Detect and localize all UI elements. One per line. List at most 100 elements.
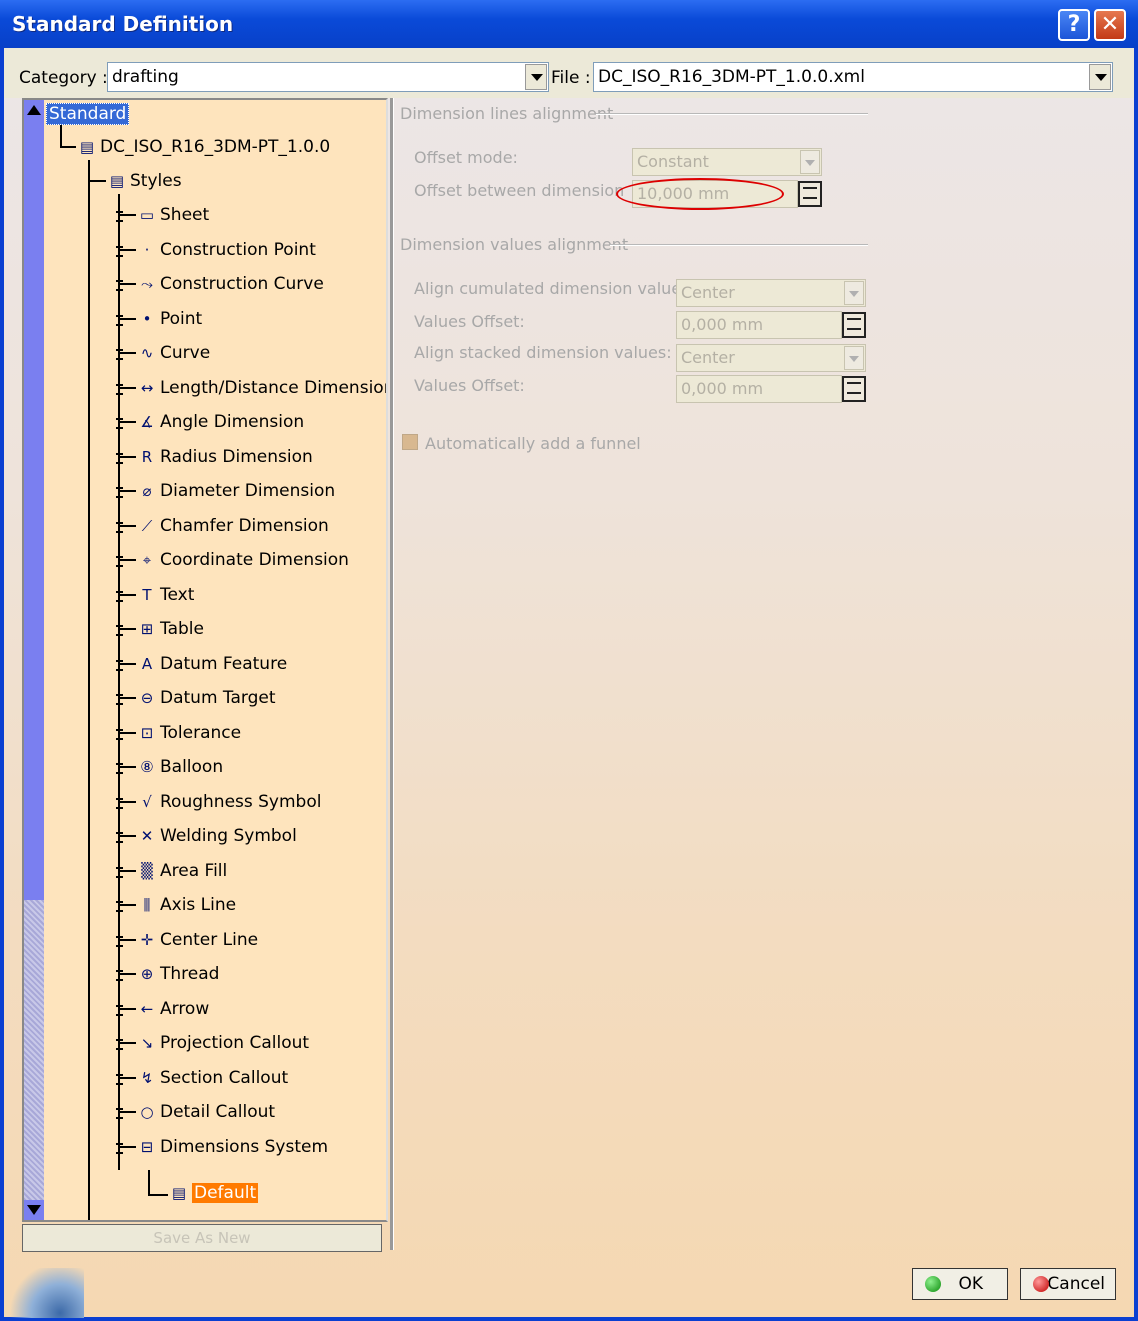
red-dot-icon (1033, 1276, 1049, 1292)
expand-plus-icon[interactable] (116, 694, 123, 705)
tree-node-area-fill[interactable]: ▒ Area Fill (136, 858, 227, 884)
tree-node-curve[interactable]: ∿ Curve (136, 340, 210, 366)
chevron-down-icon[interactable] (844, 346, 864, 370)
expand-plus-icon[interactable] (116, 1108, 123, 1119)
tree-node-tolerance[interactable]: ⊡ Tolerance (136, 720, 241, 746)
expand-plus-icon[interactable] (116, 349, 123, 360)
green-dot-icon (925, 1276, 941, 1292)
expand-plus-icon[interactable] (116, 383, 123, 395)
expand-plus-icon[interactable] (116, 1004, 123, 1016)
funnel-checkbox[interactable] (402, 434, 418, 450)
tree-node-construction-curve[interactable]: ⤳ Construction Curve (136, 271, 324, 297)
tree-node-construction-point[interactable]: · Construction Point (136, 237, 316, 263)
expand-plus-icon[interactable] (116, 452, 123, 464)
pane-splitter[interactable] (390, 98, 394, 1250)
expand-plus-icon[interactable] (116, 1039, 123, 1050)
file-select[interactable]: DC_ISO_R16_3DM-PT_1.0.0.xml (593, 62, 1113, 92)
tree-node-datum-target[interactable]: ⊖ Datum Target (136, 685, 276, 711)
help-button[interactable]: ? (1058, 9, 1090, 41)
scroll-up-icon[interactable] (24, 100, 44, 120)
offset-mode-select[interactable]: Constant (632, 148, 822, 176)
tree-node-welding-symbol[interactable]: ✕ Welding Symbol (136, 823, 297, 849)
expand-plus-icon[interactable] (116, 280, 123, 291)
expand-plus-icon[interactable] (116, 556, 123, 567)
scroll-thumb[interactable] (24, 120, 44, 900)
expand-plus-icon[interactable] (116, 418, 123, 429)
expand-plus-icon[interactable] (116, 245, 123, 257)
tree-node-standard[interactable]: Standard (46, 101, 130, 127)
align-stacked-select[interactable]: Center (676, 344, 866, 372)
tree-node-label: Text (160, 584, 195, 605)
spinner-icon[interactable] (842, 312, 866, 338)
expand-plus-icon[interactable] (116, 763, 123, 774)
tree-node-radius-dimension[interactable]: R Radius Dimension (136, 444, 313, 470)
cancel-button[interactable]: Cancel (1020, 1268, 1116, 1300)
expand-plus-icon[interactable] (116, 314, 123, 326)
tree-node-thread[interactable]: ⊕ Thread (136, 961, 220, 987)
tree-node-point[interactable]: • Point (136, 306, 203, 332)
chevron-down-icon[interactable] (844, 281, 864, 305)
spinner-icon[interactable] (842, 376, 866, 402)
expand-plus-icon[interactable] (116, 1142, 123, 1154)
tree-node-axis-line[interactable]: ⫼ Axis Line (136, 892, 237, 918)
tree-node-coordinate-dimension[interactable]: ⌖ Coordinate Dimension (136, 547, 349, 573)
chevron-down-icon[interactable] (525, 64, 547, 90)
tree-node-styles[interactable]: ▤ Styles (106, 168, 182, 194)
expand-plus-icon[interactable] (116, 970, 123, 981)
tree-node-arrow[interactable]: ← Arrow (136, 996, 210, 1022)
values-offset-field[interactable]: 0,000 mm (676, 311, 842, 339)
expand-plus-icon[interactable] (116, 590, 123, 602)
dimension-lines-header: Dimension lines alignment (400, 104, 614, 123)
expand-plus-icon[interactable] (116, 1073, 123, 1085)
tree-node-label: Sheet (160, 205, 210, 225)
tree-node-text[interactable]: T Text (136, 582, 194, 608)
tree-node-label: Length/Distance Dimension (160, 377, 388, 398)
save-as-new-button[interactable]: Save As New (22, 1224, 382, 1252)
expand-plus-icon[interactable] (116, 866, 123, 878)
tree-node-projection-callout[interactable]: ↘ Projection Callout (136, 1030, 309, 1056)
expand-plus-icon[interactable] (116, 659, 123, 671)
expand-plus-icon[interactable] (116, 901, 123, 912)
tree-node-dimensions-system[interactable]: ⊟ Dimensions System (136, 1134, 328, 1160)
ok-button[interactable]: OK (912, 1268, 1008, 1300)
values-offset-value: 0,000 mm (681, 315, 764, 334)
tree-node-detail-callout[interactable]: ○ Detail Callout (136, 1099, 275, 1125)
tree-node-diameter-dimension[interactable]: ⌀ Diameter Dimension (136, 478, 335, 504)
catia-logo-icon (4, 1268, 84, 1318)
tree-node-label: Coordinate Dimension (160, 550, 349, 570)
tree-node-center-line[interactable]: ✛ Center Line (136, 927, 258, 953)
tree-node-balloon[interactable]: ⑧ Balloon (136, 754, 223, 780)
expand-plus-icon[interactable] (116, 832, 123, 843)
tree-node-sheet[interactable]: ▭ Sheet (136, 202, 209, 228)
tree-node-default[interactable]: ▤ Default (168, 1180, 259, 1206)
expand-plus-icon[interactable] (116, 728, 123, 740)
tree-node-table[interactable]: ⊞ Table (136, 616, 204, 642)
expand-plus-icon[interactable] (116, 487, 123, 498)
standard-tree[interactable]: Standard ▤ DC_ISO_R16_3DM-PT_1.0.0 ▤ Style… (22, 98, 388, 1222)
expand-plus-icon[interactable] (116, 935, 123, 947)
tree-node-angle-dimension[interactable]: ∡ Angle Dimension (136, 409, 304, 435)
expand-plus-icon[interactable] (116, 521, 123, 533)
spinner-icon[interactable] (798, 181, 822, 207)
close-button[interactable]: ✕ (1094, 9, 1126, 41)
values-offset-field[interactable]: 0,000 mm (676, 375, 842, 403)
tree-node-standard-file[interactable]: ▤ DC_ISO_R16_3DM-PT_1.0.0 (76, 134, 330, 160)
tree-node-length-dimension[interactable]: ↔ Length/Distance Dimension (136, 375, 388, 401)
chevron-down-icon[interactable] (1089, 64, 1111, 90)
tree-node-chamfer-dimension[interactable]: ⟋ Chamfer Dimension (136, 513, 329, 539)
section-callout-icon: ↯ (140, 1068, 154, 1087)
scroll-down-icon[interactable] (24, 1200, 44, 1220)
tree-scrollbar[interactable] (24, 100, 44, 1220)
chamfer-dimension-icon: ⟋ (141, 516, 153, 535)
tree-node-label: Datum Feature (160, 653, 288, 674)
tree-node-section-callout[interactable]: ↯ Section Callout (136, 1065, 288, 1091)
category-select[interactable]: drafting (107, 62, 549, 92)
align-cumulated-select[interactable]: Center (676, 279, 866, 307)
construction-point-icon: · (144, 240, 150, 259)
chevron-down-icon[interactable] (800, 150, 820, 174)
tree-node-datum-feature[interactable]: A Datum Feature (136, 651, 287, 677)
expand-plus-icon[interactable] (116, 211, 123, 222)
tree-node-roughness-symbol[interactable]: √ Roughness Symbol (136, 789, 321, 815)
expand-plus-icon[interactable] (116, 625, 123, 636)
expand-plus-icon[interactable] (116, 797, 123, 809)
